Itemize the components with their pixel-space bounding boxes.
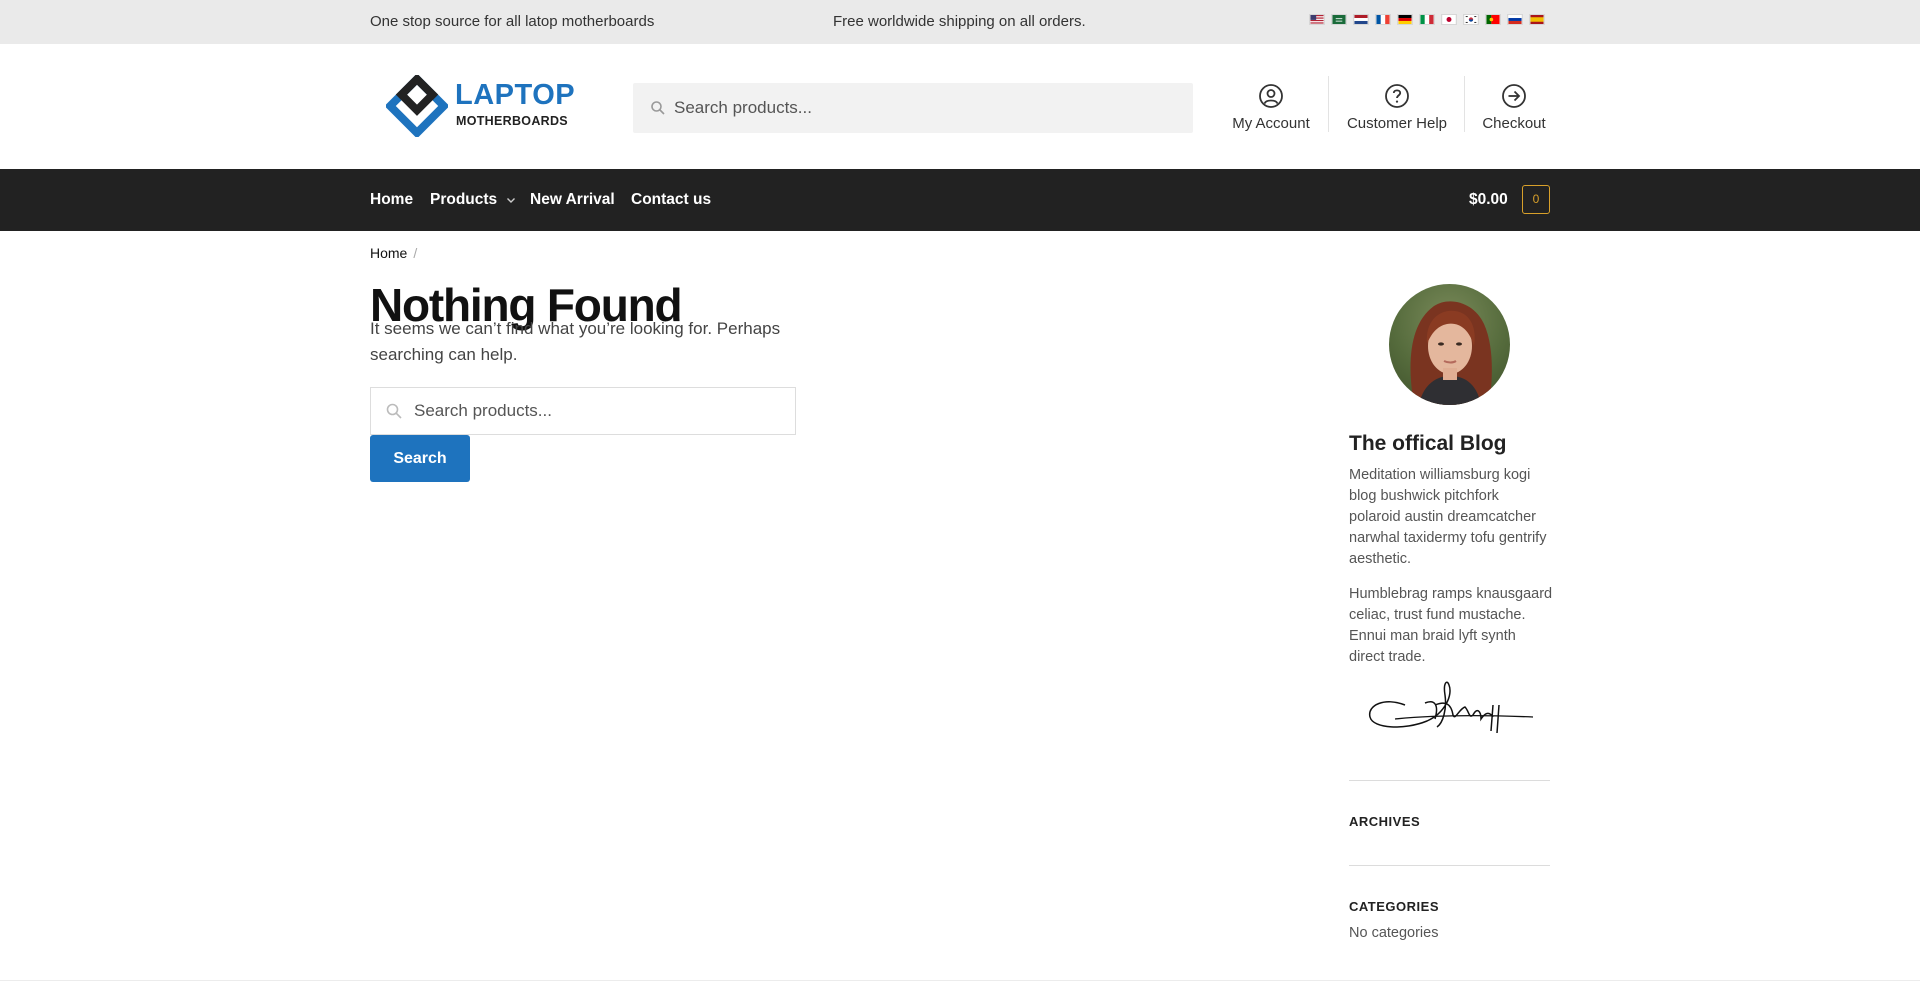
header-search-input[interactable] (674, 83, 1174, 133)
checkout-label: Checkout (1482, 115, 1546, 132)
tagline: One stop source for all latop motherboar… (370, 13, 655, 30)
logo-mark-icon (386, 75, 448, 137)
sidebar-divider (1349, 865, 1550, 866)
it-flag-icon[interactable] (1419, 14, 1435, 25)
user-icon (1259, 84, 1283, 108)
main-navigation: Home Products New Arrival Contact us $0.… (0, 169, 1920, 231)
signature-image (1369, 681, 1534, 734)
content-search-box (370, 387, 796, 435)
customer-help-link[interactable]: Customer Help (1342, 80, 1452, 138)
arrow-right-circle-icon (1502, 84, 1526, 108)
us-flag-icon[interactable] (1309, 14, 1325, 25)
nl-flag-icon[interactable] (1353, 14, 1369, 25)
pt-flag-icon[interactable] (1485, 14, 1501, 25)
blog-widget-title: The offical Blog (1349, 432, 1507, 455)
fr-flag-icon[interactable] (1375, 14, 1391, 25)
jp-flag-icon[interactable] (1441, 14, 1457, 25)
sidebar-divider (1349, 780, 1550, 781)
search-button[interactable]: Search (370, 435, 470, 482)
customer-help-label: Customer Help (1346, 115, 1448, 132)
categories-heading: CATEGORIES (1349, 899, 1439, 914)
site-logo[interactable]: LAPTOP MOTHERBOARDS (386, 75, 575, 137)
nothing-found-message: It seems we can’t find what you’re looki… (370, 319, 781, 364)
footer-divider (0, 980, 1920, 981)
checkout-link[interactable]: Checkout (1478, 80, 1550, 138)
ru-flag-icon[interactable] (1507, 14, 1523, 25)
header-divider (1328, 76, 1329, 132)
logo-subtitle: MOTHERBOARDS (456, 114, 568, 128)
breadcrumb-separator: / (413, 245, 418, 261)
author-avatar (1389, 284, 1510, 405)
content-search-input[interactable] (414, 388, 784, 434)
logo-wordmark: LAPTOP (455, 79, 576, 111)
blog-widget-paragraph: Humblebrag ramps knausgaard celiac, trus… (1349, 586, 1553, 665)
nav-item-products[interactable]: Products (430, 191, 516, 209)
my-account-link[interactable]: My Account (1228, 80, 1314, 138)
de-flag-icon[interactable] (1397, 14, 1413, 25)
breadcrumb: Home / (370, 245, 417, 261)
my-account-label: My Account (1232, 115, 1310, 132)
search-icon (651, 101, 665, 115)
breadcrumb-home[interactable]: Home (370, 245, 407, 261)
kr-flag-icon[interactable] (1463, 14, 1479, 25)
chevron-down-icon (506, 198, 515, 203)
nav-item-products-label: Products (430, 191, 498, 208)
nav-item-contact[interactable]: Contact us (631, 191, 711, 209)
top-bar: One stop source for all latop motherboar… (0, 0, 1920, 44)
nav-item-home[interactable]: Home (370, 191, 413, 209)
language-switcher (1309, 14, 1545, 25)
sa-flag-icon[interactable] (1331, 14, 1347, 25)
search-icon (386, 403, 402, 419)
header-divider (1464, 76, 1465, 132)
help-icon (1385, 84, 1409, 108)
es-flag-icon[interactable] (1529, 14, 1545, 25)
archives-heading: ARCHIVES (1349, 814, 1421, 829)
author-portrait-image (1410, 301, 1492, 405)
cart-total[interactable]: $0.00 (1469, 191, 1508, 209)
cart-count-badge[interactable]: 0 (1522, 185, 1550, 214)
categories-empty-text: No categories (1349, 925, 1439, 941)
header-search-box (633, 83, 1193, 133)
shipping-notice: Free worldwide shipping on all orders. (833, 13, 1086, 30)
nav-item-new-arrival[interactable]: New Arrival (530, 191, 615, 209)
blog-widget-paragraph: Meditation williamsburg kogi blog bushwi… (1349, 467, 1547, 567)
